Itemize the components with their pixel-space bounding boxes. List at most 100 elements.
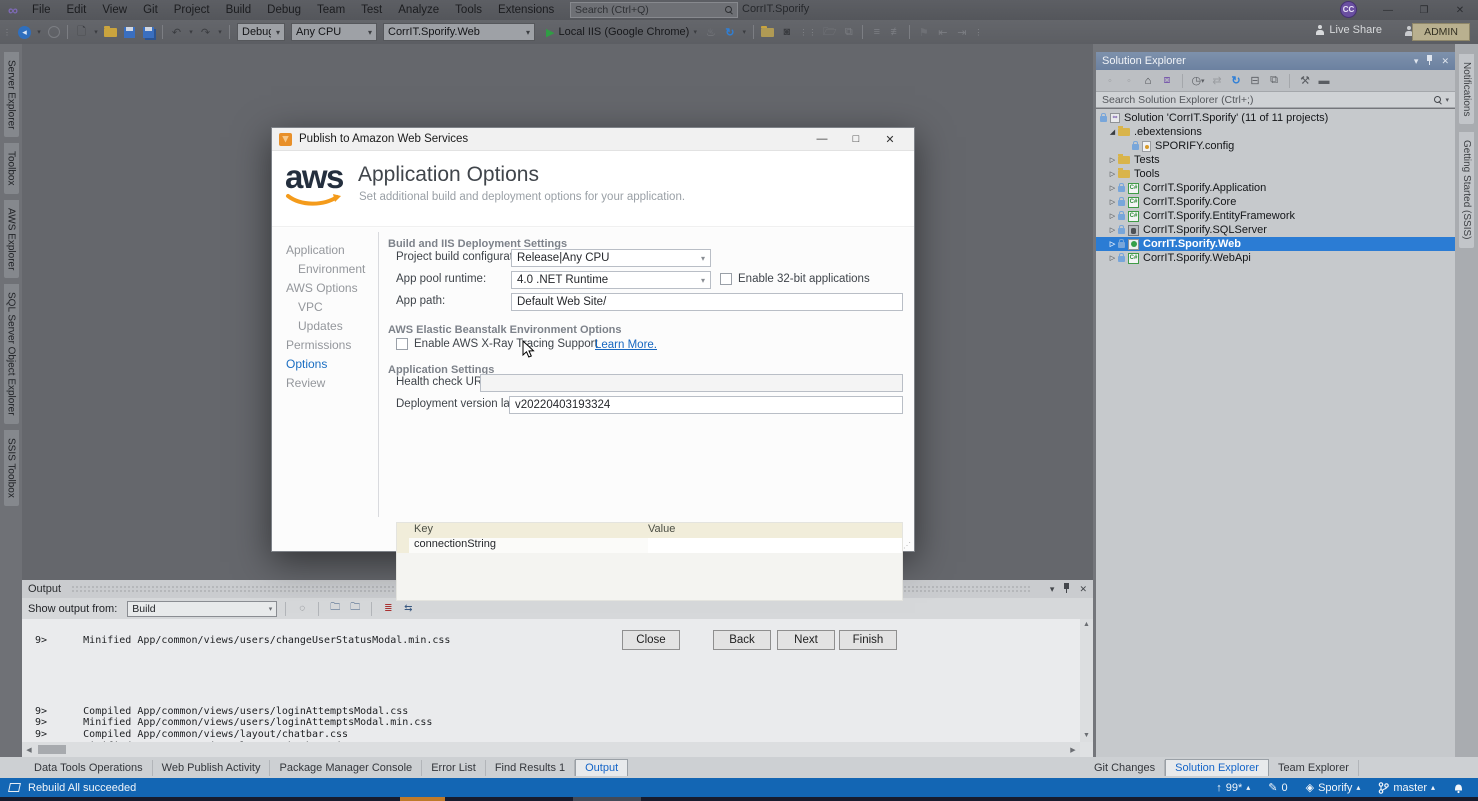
undo-button[interactable]: ↶ (168, 24, 185, 40)
window-position-dropdown-icon[interactable]: ▾ (1414, 56, 1419, 67)
expander-icon[interactable]: ▷ (1107, 156, 1118, 164)
scroll-right-icon[interactable]: ▶ (1066, 746, 1080, 754)
open-file-button[interactable] (102, 24, 119, 40)
quick-search-box[interactable] (570, 2, 738, 18)
output-vertical-scrollbar[interactable]: ▲ ▼ (1080, 619, 1093, 742)
resize-grip[interactable]: ⋰ (903, 541, 912, 550)
menu-item[interactable]: Debug (259, 2, 309, 18)
tree-item-project[interactable]: ▷ C# CorrIT.Sporify.EntityFramework (1096, 209, 1455, 223)
dialog-minimize-button[interactable]: — (805, 129, 839, 150)
new-file-dropdown-icon[interactable]: ▾ (92, 24, 100, 40)
tool-window-tab[interactable]: Toolbox (4, 143, 19, 193)
solution-explorer-title-bar[interactable]: Solution Explorer ▾ ✕ (1096, 52, 1455, 70)
toggle-word-wrap-icon[interactable]: ⇆ (400, 601, 416, 616)
message-filter-icon[interactable]: ◌ (294, 601, 310, 616)
enable-xray-checkbox[interactable] (396, 338, 408, 350)
menu-item[interactable]: View (94, 2, 135, 18)
forward-button[interactable]: ◦ (1121, 73, 1137, 88)
nav-environment[interactable]: Environment (286, 259, 372, 278)
close-button[interactable]: ✕ (1442, 0, 1478, 20)
tool-window-tab[interactable]: Notifications (1459, 54, 1474, 124)
menu-item[interactable]: Project (166, 2, 218, 18)
sync-with-active-document-button[interactable]: ⇄ (1209, 73, 1225, 88)
account-avatar[interactable]: CC (1340, 1, 1357, 18)
nav-permissions[interactable]: Permissions (286, 335, 372, 354)
scroll-up-icon[interactable]: ▲ (1080, 619, 1093, 631)
table-row[interactable]: connectionString (397, 538, 902, 553)
back-dropdown-icon[interactable]: ▾ (35, 24, 43, 40)
tab-git-changes[interactable]: Git Changes (1085, 760, 1165, 776)
expander-icon[interactable]: ▷ (1107, 184, 1118, 192)
menu-item[interactable]: Analyze (390, 2, 447, 18)
tab-find-results[interactable]: Find Results 1 (486, 760, 575, 776)
setting-key-cell[interactable]: connectionString (409, 538, 648, 553)
tool-window-tab[interactable]: Server Explorer (4, 52, 19, 137)
save-all-button[interactable] (140, 24, 157, 40)
browser-preview-button[interactable]: ◙ (778, 24, 795, 40)
close-panel-icon[interactable]: ✕ (1441, 56, 1449, 67)
tool-window-tab[interactable]: SSIS Toolbox (4, 430, 19, 506)
run-target-dropdown-icon[interactable]: ▾ (690, 24, 700, 40)
tree-item-folder[interactable]: ▷ Tools (1096, 167, 1455, 181)
window-position-dropdown-icon[interactable]: ▾ (1050, 584, 1055, 595)
finish-button[interactable]: Finish (839, 630, 897, 650)
app-path-input[interactable] (511, 293, 903, 311)
admin-profile-button[interactable]: ADMIN (1412, 23, 1470, 41)
menu-item[interactable]: Test (353, 2, 390, 18)
tab-web-publish-activity[interactable]: Web Publish Activity (153, 760, 271, 776)
menu-item[interactable]: Git (135, 2, 166, 18)
solution-configuration-dropdown[interactable]: Debug▾ (237, 23, 285, 41)
pin-icon[interactable] (1063, 583, 1070, 595)
pin-icon[interactable] (1426, 55, 1433, 67)
pending-edits-button[interactable]: ✎ 0 (1268, 781, 1287, 794)
scrollbar-thumb[interactable] (38, 745, 66, 754)
menu-item[interactable]: Build (218, 2, 260, 18)
switch-views-button[interactable]: ⧈ (1159, 73, 1175, 88)
tab-output[interactable]: Output (575, 759, 628, 776)
tool-window-tab[interactable]: AWS Explorer (4, 200, 19, 278)
home-button[interactable]: ⌂ (1140, 73, 1156, 88)
back-button[interactable]: ◦ (1102, 73, 1118, 88)
tool-window-tab[interactable]: SQL Server Object Explorer (4, 284, 19, 424)
prev-bookmark-icon[interactable]: ⇤ (934, 24, 951, 40)
nav-review[interactable]: Review (286, 373, 372, 392)
branch-button[interactable]: master▴ (1378, 782, 1435, 794)
dialog-title-bar[interactable]: Publish to Amazon Web Services — □ ✕ (272, 128, 914, 151)
tree-item-solution[interactable]: ∞ Solution 'CorrIT.Sporify' (11 of 11 pr… (1096, 111, 1455, 125)
next-bookmark-icon[interactable]: ⇥ (953, 24, 970, 40)
repository-button[interactable]: ◈ Sporify▴ (1306, 781, 1361, 794)
minimize-button[interactable]: — (1370, 0, 1406, 20)
tree-item-project[interactable]: ▷ C# CorrIT.Sporify.WebApi (1096, 251, 1455, 265)
build-config-dropdown[interactable]: Release|Any CPU▾ (511, 249, 711, 267)
tab-data-tools-operations[interactable]: Data Tools Operations (25, 760, 153, 776)
close-button[interactable]: Close (622, 630, 680, 650)
tab-package-manager-console[interactable]: Package Manager Console (270, 760, 422, 776)
expander-icon[interactable]: ◢ (1107, 128, 1118, 136)
previous-message-icon[interactable]: 🗀 (327, 601, 343, 616)
next-message-icon[interactable]: 🗀 (347, 601, 363, 616)
save-button[interactable] (121, 24, 138, 40)
redo-dropdown-icon[interactable]: ▾ (216, 24, 224, 40)
attach-process-button[interactable]: ⧉ (840, 24, 857, 40)
publish-button[interactable]: 🗁 (821, 24, 838, 40)
expander-icon[interactable]: ▷ (1107, 212, 1118, 220)
close-panel-icon[interactable]: ✕ (1079, 584, 1087, 595)
undo-dropdown-icon[interactable]: ▾ (187, 24, 195, 40)
expander-icon[interactable]: ▷ (1107, 170, 1118, 178)
solution-explorer-search-box[interactable]: ▾ (1096, 91, 1455, 108)
tree-item-project[interactable]: ▷ CorrIT.Sporify.SQLServer (1096, 223, 1455, 237)
menu-item[interactable]: File (24, 2, 59, 18)
menu-item[interactable]: Edit (59, 2, 95, 18)
dialog-maximize-button[interactable]: □ (839, 129, 873, 150)
uncomment-button[interactable]: ≢ (887, 24, 904, 40)
refresh-button[interactable]: ↻ (1228, 73, 1244, 88)
setting-value-cell[interactable] (648, 538, 902, 553)
nav-options[interactable]: Options (286, 354, 372, 373)
restore-button[interactable]: ❐ (1406, 0, 1442, 20)
output-source-dropdown[interactable]: Build ▾ (127, 601, 277, 617)
health-check-input[interactable] (480, 374, 903, 392)
tool-window-tab[interactable]: Getting Started (SSIS) (1459, 132, 1474, 248)
tree-item-folder[interactable]: ◢ .ebextensions (1096, 125, 1455, 139)
search-input[interactable] (575, 4, 725, 16)
expander-icon[interactable]: ▷ (1107, 226, 1118, 234)
